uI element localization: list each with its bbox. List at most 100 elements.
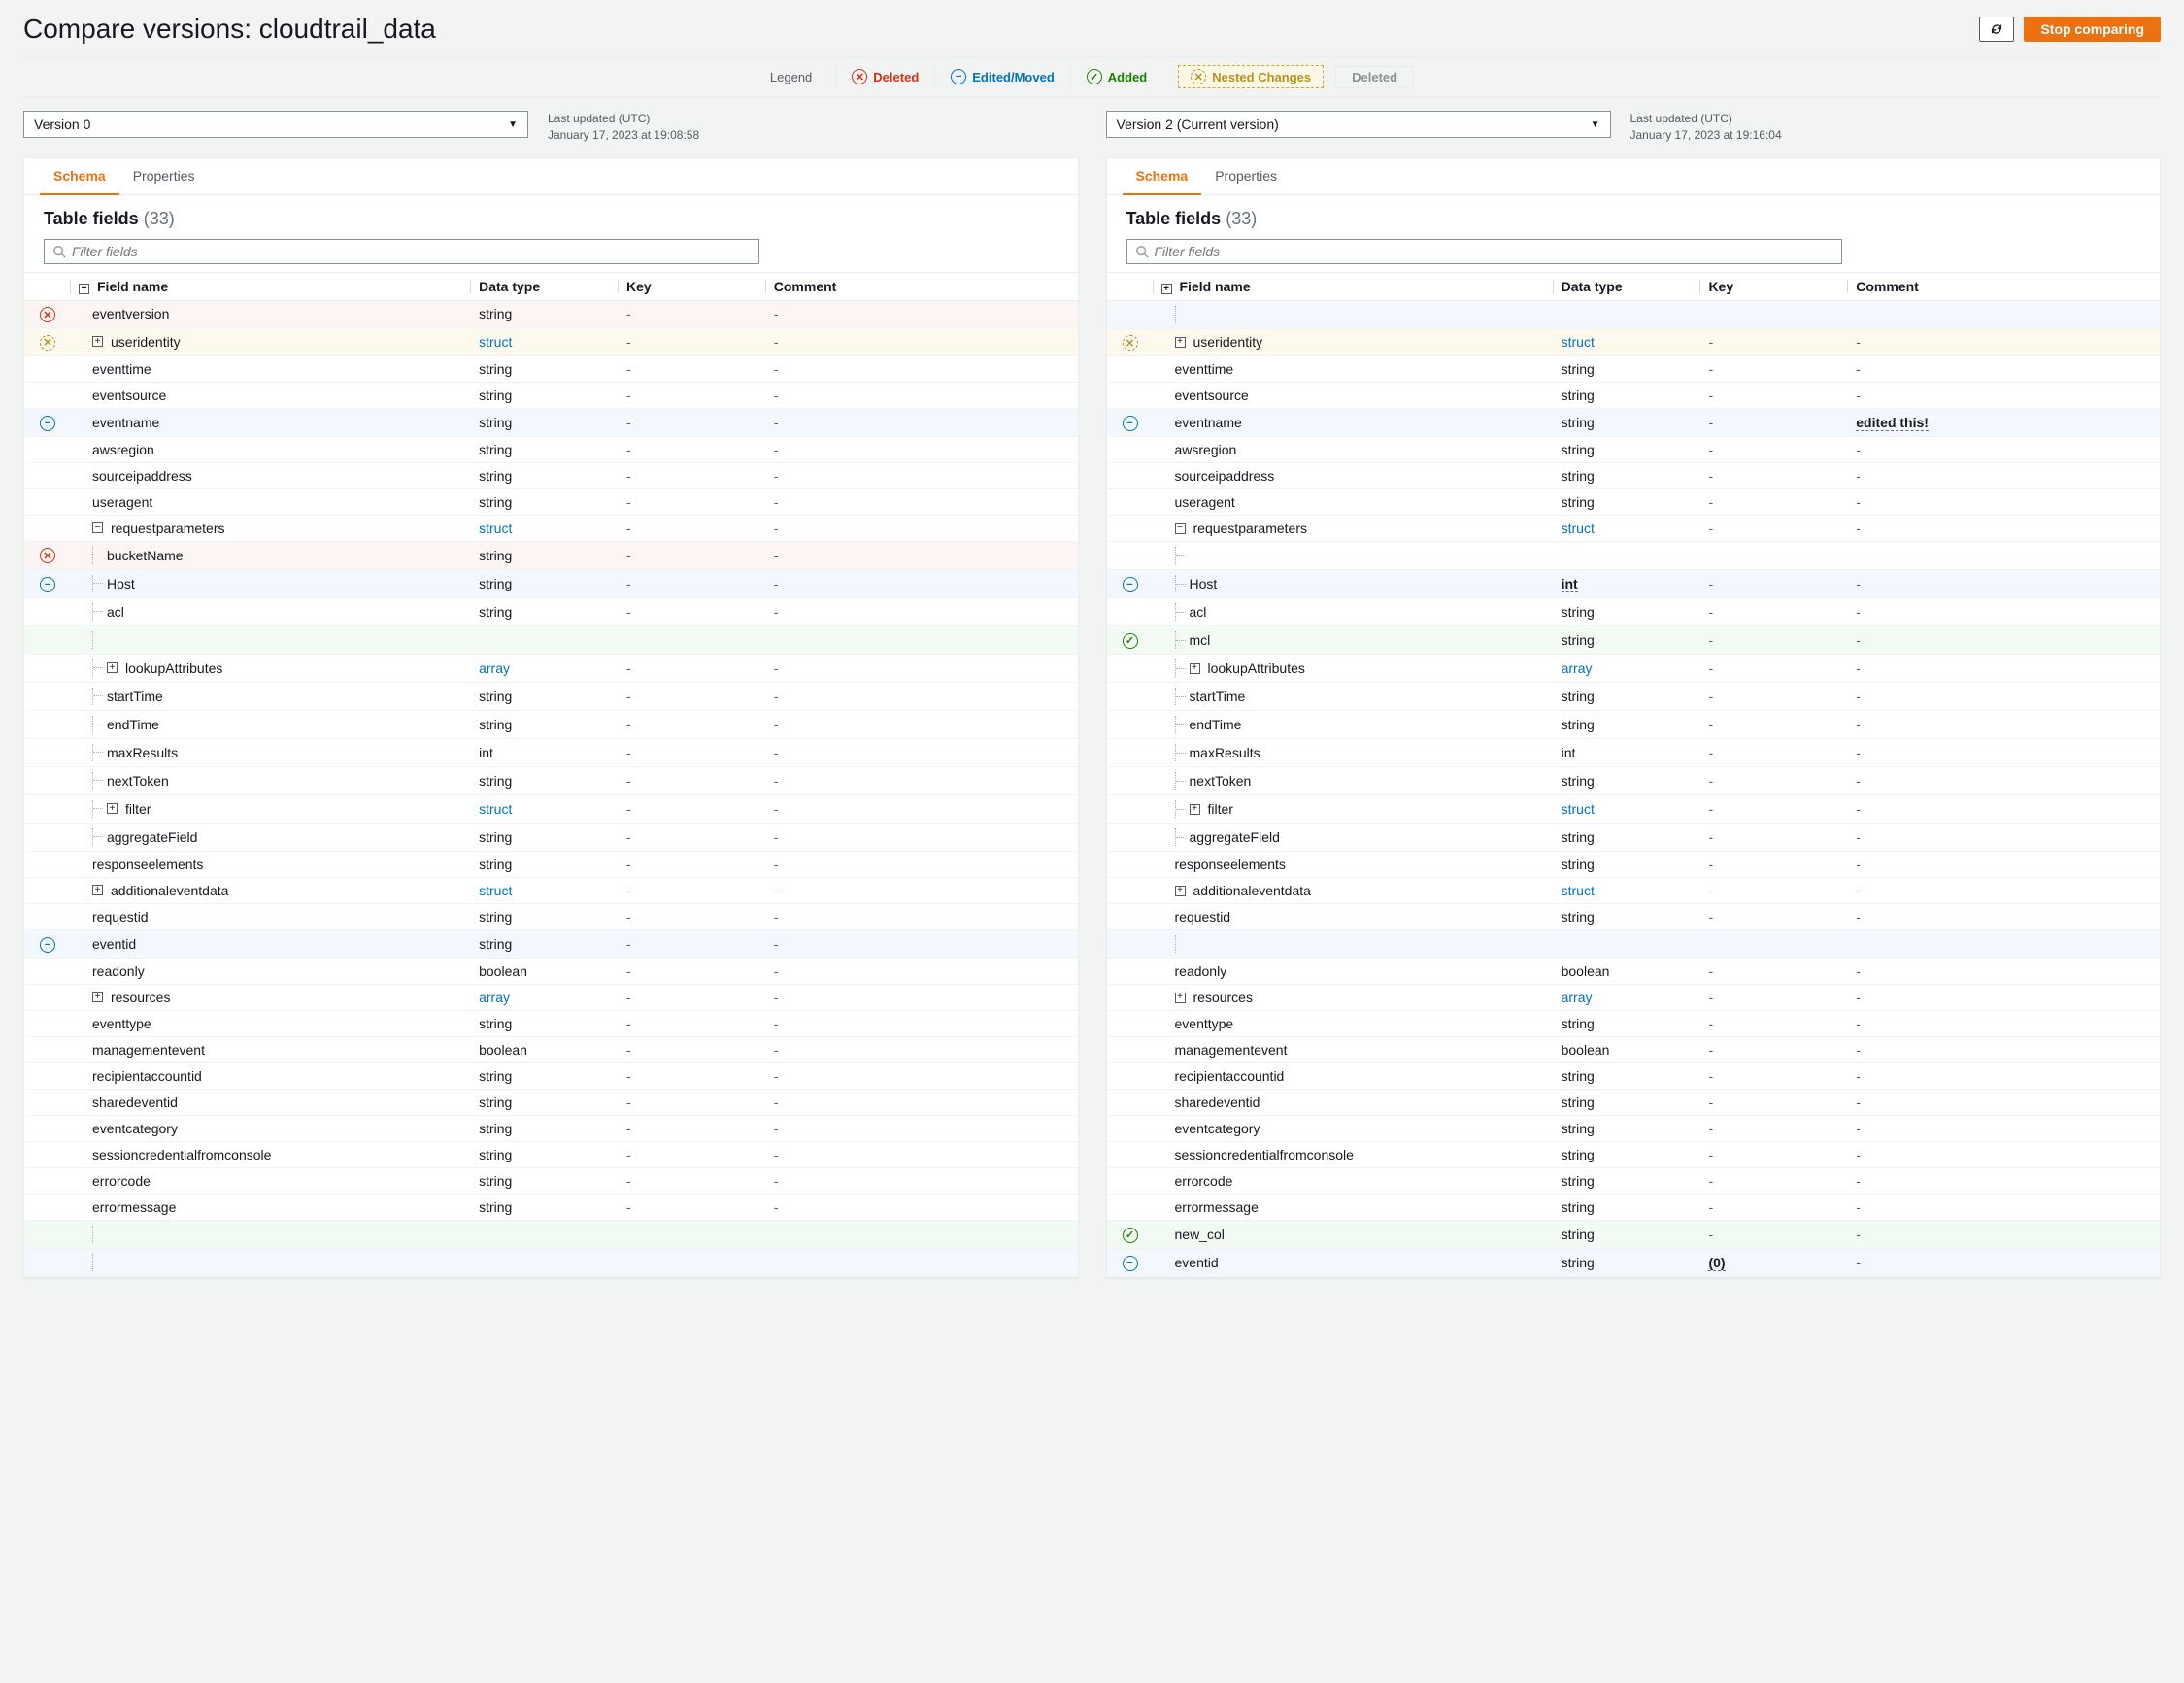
field-type: string: [479, 604, 512, 620]
field-key: -: [1708, 1173, 1713, 1189]
field-type[interactable]: struct: [479, 883, 512, 898]
field-type[interactable]: struct: [479, 521, 512, 536]
field-comment: -: [1856, 829, 1861, 845]
field-key: -: [1708, 1147, 1713, 1162]
field-type: string: [1562, 468, 1595, 484]
expand-toggle[interactable]: +: [92, 992, 103, 1002]
field-name: startTime: [1190, 689, 1246, 704]
field-name: lookupAttributes: [1208, 660, 1305, 676]
field-type: string: [479, 468, 512, 484]
field-name: eventtype: [1175, 1016, 1234, 1031]
field-type[interactable]: struct: [1562, 521, 1595, 536]
field-type[interactable]: array: [479, 990, 510, 1005]
field-comment: -: [774, 521, 779, 536]
field-comment: -: [774, 660, 779, 676]
table-row: sharedeventidstring--: [24, 1089, 1078, 1115]
field-name: useridentity: [1193, 334, 1263, 350]
field-type[interactable]: struct: [1562, 801, 1595, 817]
tab-schema-left[interactable]: Schema: [40, 158, 119, 195]
field-key: -: [1708, 604, 1713, 620]
field-comment: -: [1856, 576, 1861, 591]
table-row: readonlyboolean--: [1107, 959, 2161, 985]
field-comment: -: [1856, 1255, 1861, 1270]
field-comment: -: [774, 1042, 779, 1058]
field-type: string: [479, 1016, 512, 1031]
field-name: eventcategory: [1175, 1121, 1260, 1136]
tab-properties-right[interactable]: Properties: [1201, 158, 1291, 194]
field-type[interactable]: struct: [1562, 883, 1595, 898]
table-row: managementeventboolean--: [24, 1036, 1078, 1062]
expand-toggle[interactable]: +: [1190, 663, 1200, 674]
field-name: awsregion: [92, 442, 154, 457]
table-row: eventcategorystring--: [1107, 1116, 2161, 1142]
table-row: endTimestring--: [24, 710, 1078, 738]
field-key: -: [1708, 1227, 1713, 1242]
expand-toggle[interactable]: −: [1175, 523, 1186, 534]
field-name: sharedeventid: [1175, 1094, 1260, 1110]
field-comment: -: [774, 883, 779, 898]
field-type[interactable]: struct: [479, 334, 512, 350]
field-name: readonly: [1175, 963, 1227, 979]
field-comment: -: [1856, 857, 1861, 872]
field-name: startTime: [107, 689, 163, 704]
expand-toggle[interactable]: +: [107, 662, 118, 673]
expand-all-right[interactable]: +: [1161, 284, 1172, 294]
field-comment: -: [774, 415, 779, 430]
field-comment: -: [774, 936, 779, 952]
table-row: [1107, 542, 2161, 570]
search-icon: [52, 245, 66, 258]
filter-fields-right[interactable]: [1126, 239, 1842, 264]
expand-toggle[interactable]: +: [1175, 993, 1186, 1003]
tab-properties-left[interactable]: Properties: [119, 158, 209, 194]
legend-nested: ✕Nested Changes: [1178, 65, 1324, 88]
field-type[interactable]: array: [479, 660, 510, 676]
field-comment: -: [774, 387, 779, 403]
refresh-button[interactable]: [1979, 17, 2014, 42]
table-row: eventsourcestring--: [24, 382, 1078, 408]
expand-toggle[interactable]: +: [92, 336, 103, 347]
field-name: useragent: [1175, 494, 1235, 510]
field-name: requestid: [1175, 909, 1231, 925]
caret-down-icon: ▼: [1591, 119, 1600, 130]
version-select-right[interactable]: Version 2 (Current version)▼: [1106, 111, 1611, 138]
filter-input-left[interactable]: [72, 244, 751, 259]
field-key: -: [626, 468, 631, 484]
field-key: -: [626, 494, 631, 510]
expand-toggle[interactable]: +: [1175, 337, 1186, 348]
field-name: nextToken: [1190, 773, 1252, 789]
field-key: -: [1708, 909, 1713, 925]
field-key: -: [1708, 1068, 1713, 1084]
expand-toggle[interactable]: +: [1175, 886, 1186, 896]
field-type[interactable]: array: [1562, 660, 1593, 676]
tab-schema-right[interactable]: Schema: [1123, 158, 1202, 195]
edited-icon: −: [1123, 416, 1138, 431]
field-name: sessioncredentialfromconsole: [92, 1147, 271, 1162]
table-row: nextTokenstring--: [24, 766, 1078, 794]
filter-fields-left[interactable]: [44, 239, 759, 264]
field-comment: -: [774, 1016, 779, 1031]
expand-toggle[interactable]: +: [1190, 804, 1200, 815]
field-comment: -: [774, 801, 779, 817]
legend-edited: −Edited/Moved: [934, 65, 1070, 88]
stop-comparing-button[interactable]: Stop comparing: [2024, 17, 2161, 42]
field-type[interactable]: struct: [479, 801, 512, 817]
field-type: string: [479, 361, 512, 377]
field-name: eventsource: [92, 387, 166, 403]
field-type[interactable]: struct: [1562, 334, 1595, 350]
expand-toggle[interactable]: +: [92, 885, 103, 895]
spacer-row: [24, 1220, 1078, 1248]
field-name: sourceipaddress: [92, 468, 192, 484]
field-key: -: [1708, 773, 1713, 789]
field-type[interactable]: array: [1562, 990, 1593, 1005]
expand-toggle[interactable]: +: [107, 803, 118, 814]
field-type: string: [1562, 1121, 1595, 1136]
field-key: -: [626, 442, 631, 457]
field-type: string: [1562, 1068, 1595, 1084]
expand-toggle[interactable]: −: [92, 522, 103, 533]
field-name: sessioncredentialfromconsole: [1175, 1147, 1354, 1162]
version-select-left[interactable]: Version 0▼: [23, 111, 528, 138]
field-comment: -: [1856, 361, 1861, 377]
expand-all-left[interactable]: +: [79, 284, 89, 294]
filter-input-right[interactable]: [1155, 244, 1833, 259]
table-row: maxResultsint--: [1107, 739, 2161, 767]
